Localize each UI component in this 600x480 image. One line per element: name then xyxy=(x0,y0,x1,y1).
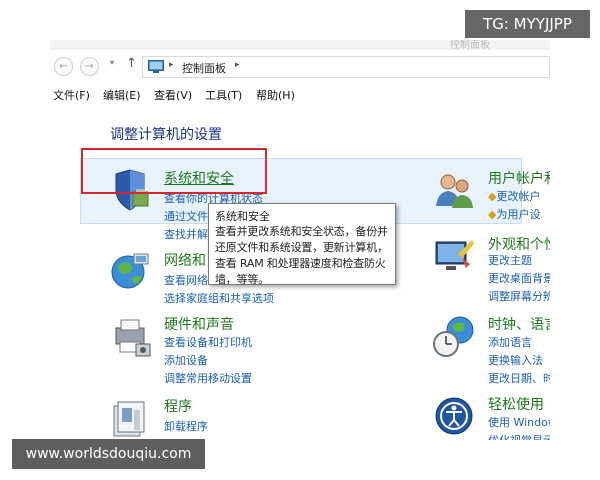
back-button[interactable]: ← xyxy=(54,57,73,76)
up-button[interactable]: ↑ xyxy=(126,56,137,71)
link-view-network[interactable]: 查看网络 xyxy=(164,272,208,288)
programs-box-icon xyxy=(113,401,145,437)
link-change-date-time[interactable]: 更改日期、时 xyxy=(488,370,550,386)
link-change-input-method[interactable]: 更换输入法 xyxy=(488,352,543,368)
recent-pages-chevron-icon[interactable]: ▾ xyxy=(110,58,114,67)
title-bar: 控制面板 xyxy=(50,40,550,51)
category-user-accounts[interactable]: 用户帐户和 ◆更改帐户 ◆为用户设 xyxy=(432,168,550,228)
watermark-telegram: TG: MYYJJPP xyxy=(465,10,590,38)
tooltip-line-4: 墙，等等。 xyxy=(215,273,269,286)
forward-button[interactable]: → xyxy=(80,57,99,76)
address-bar: ← → ▾ ↑ ▸ 控制面板 ▸ xyxy=(50,54,550,78)
category-title-clock-language[interactable]: 时钟、语言 xyxy=(488,314,550,334)
clock-globe-icon xyxy=(433,316,474,357)
category-hardware-sound[interactable]: 硬件和声音 查看设备和打印机 添加设备 调整常用移动设置 xyxy=(108,314,308,385)
category-title-user-accounts[interactable]: 用户帐户和 xyxy=(488,168,550,188)
watermark-url: www.worldsdouqiu.com xyxy=(12,439,205,469)
ease-of-access-icon xyxy=(435,397,473,435)
link-screen-resolution[interactable]: 调整屏幕分辨 xyxy=(488,288,550,304)
category-programs[interactable]: 程序 卸载程序 xyxy=(108,396,308,440)
link-devices-printers[interactable]: 查看设备和打印机 xyxy=(164,334,252,350)
menu-view[interactable]: 查看(V) xyxy=(154,87,192,103)
menu-file[interactable]: 文件(F) xyxy=(53,87,90,103)
tooltip-line-1: 查看并更改系统和安全状态，备份并 xyxy=(215,225,388,238)
link-add-language[interactable]: 添加语言 xyxy=(488,334,532,350)
link-user-settings[interactable]: ◆为用户设 xyxy=(488,206,540,222)
link-uninstall-program[interactable]: 卸载程序 xyxy=(164,418,208,434)
breadcrumb-trail-chevron-icon[interactable]: ▸ xyxy=(235,60,240,70)
link-use-windows-settings[interactable]: 使用 Window xyxy=(488,414,550,430)
category-ease-of-access[interactable]: 轻松使用 使用 Window 优化视觉显示 xyxy=(432,394,550,440)
display-personalize-icon xyxy=(435,240,474,270)
link-find-fix-problems[interactable]: 查找并解 xyxy=(164,226,208,242)
menu-edit[interactable]: 编辑(E) xyxy=(103,87,141,103)
menu-help[interactable]: 帮助(H) xyxy=(256,87,295,103)
category-title-network[interactable]: 网络和 xyxy=(164,250,206,270)
link-change-account-type[interactable]: ◆更改帐户 xyxy=(488,188,540,204)
page-title: 调整计算机的设置 xyxy=(110,127,222,143)
category-title-programs[interactable]: 程序 xyxy=(164,396,192,416)
globe-network-icon xyxy=(111,253,149,289)
control-panel-window: 控制面板 ← → ▾ ↑ ▸ 控制面板 ▸ 文件(F) 编辑(E) 查看(V) … xyxy=(50,40,550,440)
category-title-appearance[interactable]: 外观和个性 xyxy=(488,234,550,254)
link-optimize-visual-display[interactable]: 优化视觉显示 xyxy=(488,432,550,440)
annotation-red-highlight xyxy=(81,148,267,194)
address-box[interactable]: ▸ 控制面板 ▸ xyxy=(142,56,550,78)
link-change-theme[interactable]: 更改主题 xyxy=(488,252,532,268)
category-appearance[interactable]: 外观和个性 更改主题 更改桌面背景 调整屏幕分辨 xyxy=(432,234,550,303)
tooltip-line-2: 还原文件和系统设置，更新计算机， xyxy=(215,241,388,254)
breadcrumb-chevron-icon: ▸ xyxy=(169,60,174,70)
category-clock-language[interactable]: 时钟、语言 添加语言 更换输入法 更改日期、时 xyxy=(432,314,550,385)
tooltip-title: 系统和安全 xyxy=(215,210,270,223)
users-icon xyxy=(436,174,473,208)
category-title-hardware-sound[interactable]: 硬件和声音 xyxy=(164,314,234,334)
link-homegroup-sharing[interactable]: 选择家庭组和共享选项 xyxy=(164,290,274,306)
tooltip-system-security: 系统和安全 查看并更改系统和安全状态，备份并 还原文件和系统设置，更新计算机， … xyxy=(208,203,396,286)
link-mobility-settings[interactable]: 调整常用移动设置 xyxy=(164,370,252,386)
link-desktop-background[interactable]: 更改桌面背景 xyxy=(488,270,550,286)
menu-tools[interactable]: 工具(T) xyxy=(205,87,242,103)
title-bar-text: 控制面板 xyxy=(450,40,490,51)
link-backup-files[interactable]: 通过文件 xyxy=(164,208,208,224)
menu-bar: 文件(F) 编辑(E) 查看(V) 工具(T) 帮助(H) xyxy=(50,86,550,104)
control-panel-icon xyxy=(148,60,164,73)
tooltip-line-3: 查看 RAM 和处理器速度和检查防火 xyxy=(215,257,386,270)
breadcrumb-control-panel[interactable]: 控制面板 xyxy=(182,60,226,76)
link-add-device[interactable]: 添加设备 xyxy=(164,352,208,368)
category-title-ease-of-access[interactable]: 轻松使用 xyxy=(488,394,544,414)
printer-icon xyxy=(115,319,151,357)
